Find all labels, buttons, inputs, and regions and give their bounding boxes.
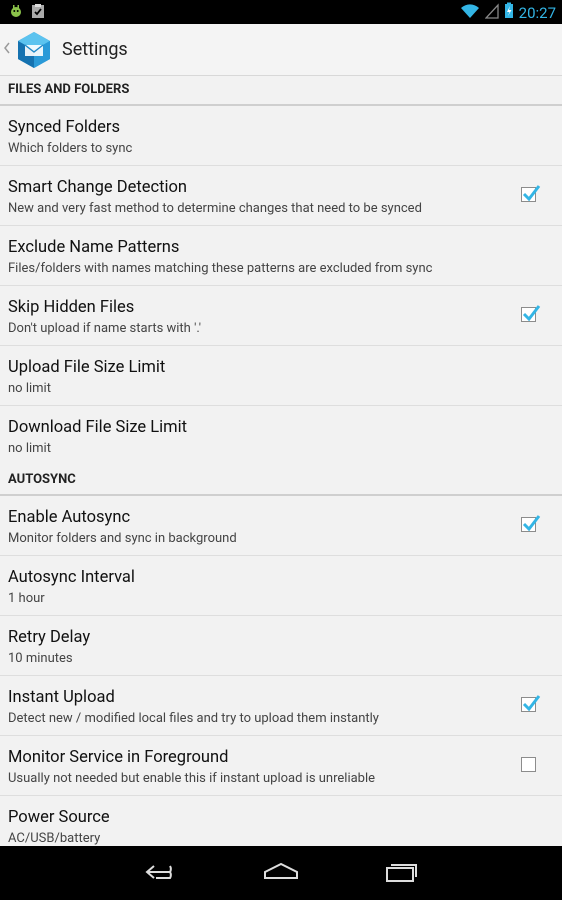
- pref-summary: Monitor folders and sync in background: [8, 531, 237, 546]
- action-bar: Settings: [0, 24, 562, 76]
- pref-autosync-interval[interactable]: Autosync Interval 1 hour: [0, 556, 562, 616]
- pref-title: Instant Upload: [8, 688, 115, 707]
- pref-instant-upload[interactable]: Instant Upload Detect new / modified loc…: [0, 676, 562, 736]
- check-icon: [522, 185, 541, 202]
- status-bar: 20:27: [0, 0, 562, 24]
- check-icon: [522, 515, 541, 532]
- section-header-autosync: AUTOSYNC: [0, 466, 562, 496]
- signal-icon: [484, 2, 499, 23]
- pref-summary: New and very fast method to determine ch…: [8, 201, 422, 216]
- checkbox-checked[interactable]: [521, 185, 541, 202]
- pref-synced-folders[interactable]: Synced Folders Which folders to sync: [0, 106, 562, 166]
- settings-list[interactable]: FILES AND FOLDERS Synced Folders Which f…: [0, 76, 562, 846]
- up-caret-icon[interactable]: [3, 42, 13, 58]
- pref-power-source[interactable]: Power Source AC/USB/battery: [0, 796, 562, 846]
- pref-monitor-service-foreground[interactable]: Monitor Service in Foreground Usually no…: [0, 736, 562, 796]
- pref-title: Power Source: [8, 808, 110, 827]
- clipboard-check-icon: [30, 3, 46, 23]
- checkbox-unchecked[interactable]: [521, 757, 536, 772]
- android-debug-icon: [8, 3, 24, 23]
- pref-title: Enable Autosync: [8, 508, 131, 527]
- battery-charging-icon: [504, 2, 514, 23]
- pref-title: Autosync Interval: [8, 568, 135, 587]
- pref-smart-change-detection[interactable]: Smart Change Detection New and very fast…: [0, 166, 562, 226]
- pref-title: Smart Change Detection: [8, 178, 188, 197]
- check-icon: [522, 695, 541, 712]
- pref-summary: 10 minutes: [8, 651, 73, 666]
- pref-summary: no limit: [8, 441, 51, 456]
- pref-summary: Detect new / modified local files and tr…: [8, 711, 379, 726]
- pref-exclude-name-patterns[interactable]: Exclude Name Patterns Files/folders with…: [0, 226, 562, 286]
- pref-title: Synced Folders: [8, 118, 121, 137]
- pref-summary: Usually not needed but enable this if in…: [8, 771, 376, 786]
- back-icon[interactable]: [144, 860, 180, 888]
- checkbox-checked[interactable]: [521, 305, 541, 322]
- pref-skip-hidden-files[interactable]: Skip Hidden Files Don't upload if name s…: [0, 286, 562, 346]
- pref-retry-delay[interactable]: Retry Delay 10 minutes: [0, 616, 562, 676]
- recent-apps-icon[interactable]: [383, 860, 419, 888]
- app-logo-icon[interactable]: [14, 30, 54, 70]
- pref-summary: 1 hour: [8, 591, 45, 606]
- pref-download-file-size-limit[interactable]: Download File Size Limit no limit: [0, 406, 562, 466]
- pref-summary: Which folders to sync: [8, 141, 133, 156]
- page-title: Settings: [62, 39, 128, 60]
- pref-title: Monitor Service in Foreground: [8, 748, 229, 767]
- status-clock: 20:27: [518, 3, 556, 22]
- navigation-bar: [0, 846, 562, 900]
- section-header-files-and-folders: FILES AND FOLDERS: [0, 76, 562, 106]
- check-icon: [522, 305, 541, 322]
- pref-title: Skip Hidden Files: [8, 298, 135, 317]
- pref-summary: Don't upload if name starts with '.': [8, 321, 201, 336]
- pref-upload-file-size-limit[interactable]: Upload File Size Limit no limit: [0, 346, 562, 406]
- wifi-icon: [460, 3, 480, 23]
- pref-title: Exclude Name Patterns: [8, 238, 180, 257]
- pref-title: Upload File Size Limit: [8, 358, 166, 377]
- checkbox-checked[interactable]: [521, 695, 541, 712]
- home-icon[interactable]: [263, 860, 299, 888]
- pref-enable-autosync[interactable]: Enable Autosync Monitor folders and sync…: [0, 496, 562, 556]
- pref-title: Download File Size Limit: [8, 418, 188, 437]
- pref-summary: Files/folders with names matching these …: [8, 261, 433, 276]
- pref-summary: AC/USB/battery: [8, 831, 101, 846]
- pref-summary: no limit: [8, 381, 51, 396]
- pref-title: Retry Delay: [8, 628, 91, 647]
- checkbox-checked[interactable]: [521, 515, 541, 532]
